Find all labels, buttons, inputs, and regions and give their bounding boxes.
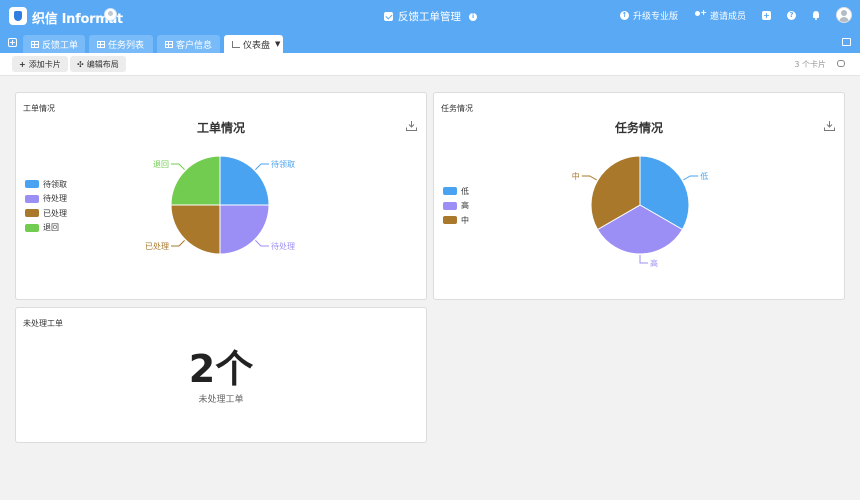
pie-chart-ticket-status: 待领取待处理 已处理 退回 [145,155,295,255]
app-title: 反馈工单管理 [398,11,461,23]
pie-leader-line [581,175,597,181]
window-icon[interactable] [842,38,851,46]
comment-icon[interactable] [837,60,845,67]
pie-leader-line [171,240,185,247]
tab-feedback-tickets[interactable]: 反馈工单 [23,35,85,53]
pie-leader-line [255,163,269,170]
pie-slice[interactable] [170,155,221,206]
header-actions: ↑ 升级专业版 邀请成员 + ? [619,6,852,24]
add-user-icon [694,8,707,20]
grid-icon [31,40,39,48]
edit-layout-button[interactable]: ✣ 编辑布局 [70,56,126,72]
card-count: 3 个卡片 [794,60,826,69]
pie-slice[interactable] [170,204,221,255]
card-unprocessed-tickets[interactable]: 未处理工单 2个 未处理工单 [15,307,427,443]
edit-layout-label: 编辑布局 [86,59,119,69]
card-task-status[interactable]: 任务情况 任务情况 低 高 中 低高中 [433,92,845,300]
pie-slice[interactable] [219,204,270,255]
upgrade-button[interactable]: ↑ 升级专业版 [619,9,678,22]
metric-value: 2个 [188,347,254,391]
pie-slice-label: 退回 [153,160,169,169]
pie-slice-label: 待领取 [271,159,295,169]
card-label: 未处理工单 [23,319,63,328]
tab-label: 客户信息 [176,40,213,51]
move-icon: ✣ [77,59,84,69]
pie-leader-line [683,175,699,181]
add-card-button[interactable]: + 添加卡片 [12,56,68,72]
toolbar: + 添加卡片 ✣ 编辑布局 3 个卡片 [0,53,860,76]
checkbox-icon [384,12,393,21]
tab-dashboard[interactable]: 仪表盘 ▼ [224,35,283,53]
invite-members-button[interactable]: 邀请成员 [694,8,746,22]
help-icon[interactable]: ? [787,10,796,20]
chart-icon [232,40,240,48]
pie-slice-label: 低 [700,171,708,181]
pie-leader-line [639,255,648,264]
app-logo-icon[interactable] [9,7,27,25]
pie-chart-task-status: 低高 中 [572,155,708,268]
plus-icon: + [19,59,26,69]
tab-customer-info[interactable]: 客户信息 [157,35,220,53]
pie-leader-line [255,240,269,247]
pie-slice[interactable] [219,155,270,206]
invite-label: 邀请成员 [709,11,746,22]
chevron-down-icon[interactable]: ▼ [275,40,280,48]
pie-slice-label: 中 [572,171,580,181]
pie-slice-label: 已处理 [145,241,169,251]
pie-slice-label: 高 [650,258,658,268]
arrow-up-icon: ↑ [619,10,629,20]
upgrade-label: 升级专业版 [632,11,678,22]
tab-label: 反馈工单 [42,40,79,51]
grid-icon [165,40,173,48]
add-card-label: 添加卡片 [28,59,61,69]
info-icon[interactable]: i [469,12,477,21]
top-bar: 织信 Informat 反馈工单管理 i ↑ 升级专业版 邀请成员 + ? [0,0,860,32]
tab-label: 仪表盘 [243,40,271,51]
add-tab-icon[interactable]: + [8,38,17,47]
add-square-icon[interactable]: + [762,10,771,20]
tab-task-list[interactable]: 任务列表 [89,35,153,53]
app-title-group[interactable]: 反馈工单管理 i [384,9,477,24]
tab-label: 任务列表 [108,40,145,51]
user-avatar[interactable] [836,7,852,23]
bell-icon[interactable] [812,10,820,20]
tab-bar: + 反馈工单 任务列表 客户信息 仪表盘 ▼ [0,32,860,53]
pie-leader-line [171,163,185,170]
grid-icon [97,40,105,48]
metric-label: 未处理工单 [198,395,244,405]
card-ticket-status[interactable]: 工单情况 工单情况 待领取 待处理 已处理 退回 待领取 待处理 已处理 退回 [15,92,427,300]
help-avatar-icon[interactable] [104,8,117,21]
pie-slice-label: 待处理 [271,241,295,251]
